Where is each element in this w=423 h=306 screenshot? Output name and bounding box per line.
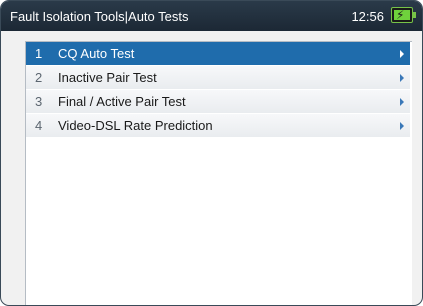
battery-tip — [413, 12, 416, 18]
menu-item-label: Inactive Pair Test — [58, 70, 157, 85]
clock: 12:56 — [351, 9, 384, 24]
charging-bolt-icon: ⚡ — [396, 8, 405, 22]
chevron-right-icon — [400, 50, 404, 58]
menu-item-video-dsl-rate-prediction[interactable]: 4 Video-DSL Rate Prediction — [26, 114, 410, 138]
menu-item-number: 4 — [35, 118, 43, 133]
menu-item-label: Final / Active Pair Test — [58, 94, 186, 109]
menu-item-inactive-pair-test[interactable]: 2 Inactive Pair Test — [26, 66, 410, 90]
menu-item-number: 1 — [35, 46, 43, 61]
battery-charging-icon: ⚡ — [391, 7, 416, 23]
menu-item-number: 2 — [35, 70, 43, 85]
menu-item-label: Video-DSL Rate Prediction — [58, 118, 213, 133]
menu-item-cq-auto-test[interactable]: 1 CQ Auto Test — [26, 42, 410, 66]
chevron-right-icon — [400, 98, 404, 106]
menu-panel: 1 CQ Auto Test 2 Inactive Pair Test 3 Fi… — [25, 41, 412, 305]
window-title: Fault Isolation Tools|Auto Tests — [10, 9, 189, 24]
chevron-right-icon — [400, 74, 404, 82]
menu-item-final-active-pair-test[interactable]: 3 Final / Active Pair Test — [26, 90, 410, 114]
test-menu: 1 CQ Auto Test 2 Inactive Pair Test 3 Fi… — [26, 42, 412, 138]
menu-item-label: CQ Auto Test — [58, 46, 135, 61]
device-screen: Fault Isolation Tools|Auto Tests 12:56 ⚡… — [0, 0, 423, 306]
title-bar: Fault Isolation Tools|Auto Tests 12:56 ⚡ — [1, 1, 422, 31]
chevron-right-icon — [400, 122, 404, 130]
menu-item-number: 3 — [35, 94, 43, 109]
